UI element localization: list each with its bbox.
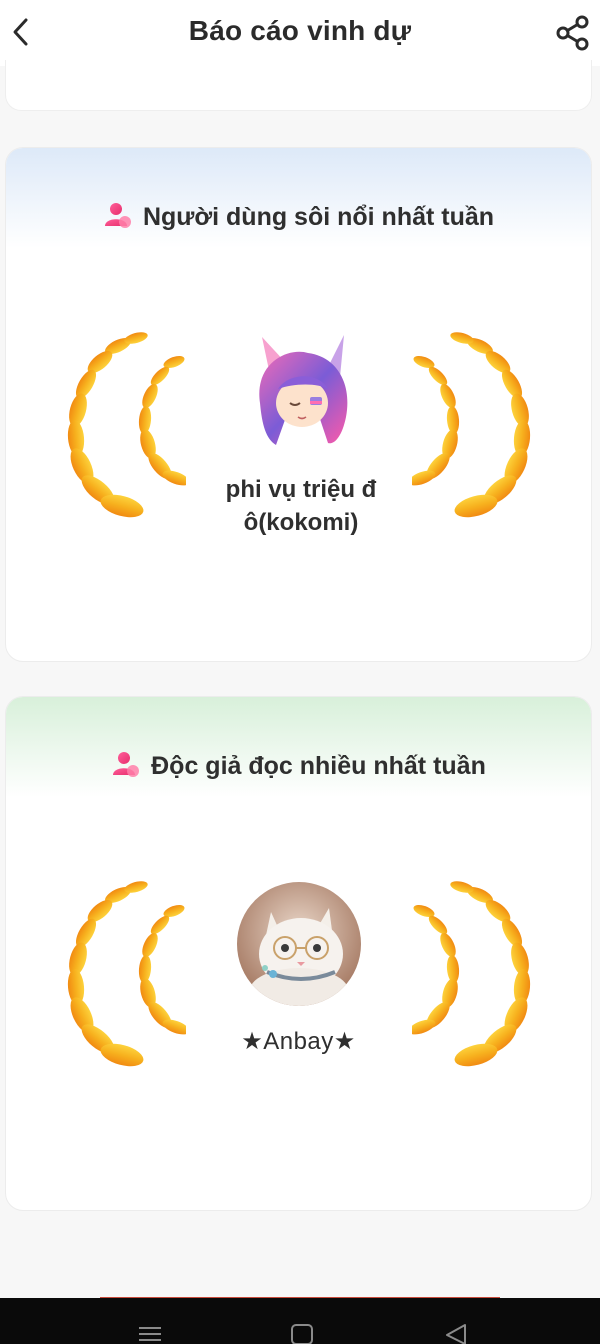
laurel-left-icon: [56, 877, 186, 1072]
card-header: [6, 697, 591, 797]
anime-avatar-icon: [259, 335, 348, 445]
user-avatar[interactable]: [237, 882, 361, 1006]
laurel-right-icon: [412, 328, 542, 523]
card-header: [6, 148, 591, 248]
most-active-user-card: Người dùng sôi nổi nhất tuần phi vụ triệ…: [5, 147, 592, 662]
menu-icon[interactable]: [137, 1322, 163, 1344]
page-title: Báo cáo vinh dự: [188, 15, 412, 46]
user-avatar[interactable]: [248, 333, 356, 451]
card-title-text: Độc giả đọc nhiều nhất tuần: [151, 752, 486, 780]
top-bar: Báo cáo vinh dự: [0, 0, 600, 66]
card-title: Độc giả đọc nhiều nhất tuần: [6, 749, 591, 781]
share-icon: [556, 15, 589, 51]
top-reader-card: Độc giả đọc nhiều nhất tuần ★Anbay★: [5, 696, 592, 1211]
cat-avatar: [237, 882, 361, 1006]
user-name[interactable]: ★Anbay★: [176, 1027, 421, 1056]
card-title: Người dùng sôi nổi nhất tuần: [6, 200, 591, 232]
user-icon: [104, 203, 131, 228]
card-title-text: Người dùng sôi nổi nhất tuần: [142, 203, 495, 231]
user-name[interactable]: phi vụ triệu đ ô(kokomi): [201, 473, 401, 539]
system-navigation-bar: [0, 1298, 600, 1344]
laurel-left-icon: [56, 328, 186, 523]
user-icon: [113, 752, 140, 777]
laurel-right-icon: [412, 877, 542, 1072]
back-triangle-icon[interactable]: [443, 1322, 469, 1344]
share-button[interactable]: [554, 14, 592, 52]
previous-card-bottom: [5, 60, 592, 111]
home-icon[interactable]: [289, 1322, 315, 1344]
